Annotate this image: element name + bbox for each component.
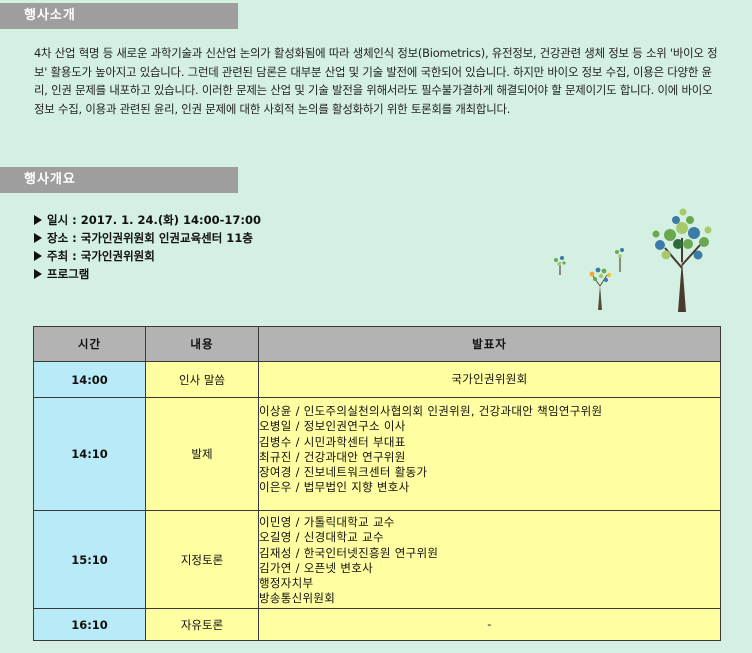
- speaker-line: 최규진 / 건강과대안 연구위원: [259, 449, 406, 464]
- event-info-list: 일시 : 2017. 1. 24.(화) 14:00-17:00 장소 : 국가…: [34, 211, 261, 283]
- row-speakers: 이민영 / 가톨릭대학교 교수 오길영 / 신경대학교 교수 김재성 / 한국인…: [258, 510, 721, 609]
- row-content: 인사 말씀: [145, 361, 259, 398]
- row-time: 16:10: [33, 608, 146, 641]
- row-time: 14:10: [33, 397, 146, 511]
- row-time: 15:10: [33, 510, 146, 609]
- speaker-line: 방송통신위원회: [259, 591, 336, 606]
- triangle-bullet-icon: [34, 233, 42, 243]
- trees-illustration: [554, 208, 712, 312]
- overview-section-header: 행사개요: [0, 167, 238, 193]
- table-row: 15:10 지정토론 이민영 / 가톨릭대학교 교수 오길영 / 신경대학교 교…: [33, 510, 721, 609]
- speaker-line: 행정자치부: [259, 576, 314, 591]
- speaker-line: 장여경 / 진보네트워크센터 활동가: [259, 465, 428, 480]
- info-program: 프로그램: [34, 265, 261, 283]
- triangle-bullet-icon: [34, 269, 42, 279]
- header-speaker: 발표자: [258, 326, 721, 362]
- info-place: 장소 : 국가인권위원회 인권교육센터 11층: [34, 229, 261, 247]
- row-content: 자유토론: [145, 608, 259, 641]
- table-row: 16:10 자유토론 -: [33, 608, 721, 641]
- row-speakers: 이상윤 / 인도주의실천의사협의회 인권위원, 건강과대안 책임연구위원 오병일…: [258, 397, 721, 511]
- row-speaker: 국가인권위원회: [258, 361, 721, 398]
- header-content: 내용: [145, 326, 259, 362]
- info-host: 주최 : 국가인권위원회: [34, 247, 261, 265]
- table-header-row: 시간 내용 발표자: [33, 326, 721, 362]
- triangle-bullet-icon: [34, 251, 42, 261]
- row-content: 발제: [145, 397, 259, 511]
- speaker-line: 김재성 / 한국인터넷진흥원 연구위원: [259, 545, 439, 560]
- intro-paragraph: 4차 산업 혁명 등 새로운 과학기술과 신산업 논의가 활성화됨에 따라 생체…: [34, 46, 718, 116]
- row-time: 14:00: [33, 361, 146, 398]
- speaker-line: 이상윤 / 인도주의실천의사협의회 인권위원, 건강과대안 책임연구위원: [259, 404, 603, 418]
- speaker-line: 이민영 / 가톨릭대학교 교수: [259, 515, 395, 529]
- speaker-line: 오길영 / 신경대학교 교수: [259, 530, 384, 545]
- info-date: 일시 : 2017. 1. 24.(화) 14:00-17:00: [34, 211, 261, 229]
- header-time: 시간: [33, 326, 146, 362]
- speaker-line: 이은우 / 법무법인 지향 변호사: [259, 480, 410, 495]
- program-table: 시간 내용 발표자 14:00 인사 말씀 국가인권위원회 14:10 발제 이…: [33, 326, 721, 641]
- intro-section-header: 행사소개: [0, 3, 238, 29]
- speaker-line: 오병일 / 정보인권연구소 이사: [259, 419, 406, 434]
- row-speaker: -: [258, 608, 721, 641]
- triangle-bullet-icon: [34, 215, 42, 225]
- speaker-line: 김병수 / 시민과학센터 부대표: [259, 434, 406, 449]
- table-row: 14:10 발제 이상윤 / 인도주의실천의사협의회 인권위원, 건강과대안 책…: [33, 397, 721, 511]
- speaker-line: 김가연 / 오픈넷 변호사: [259, 560, 373, 575]
- row-content: 지정토론: [145, 510, 259, 609]
- table-row: 14:00 인사 말씀 국가인권위원회: [33, 361, 721, 398]
